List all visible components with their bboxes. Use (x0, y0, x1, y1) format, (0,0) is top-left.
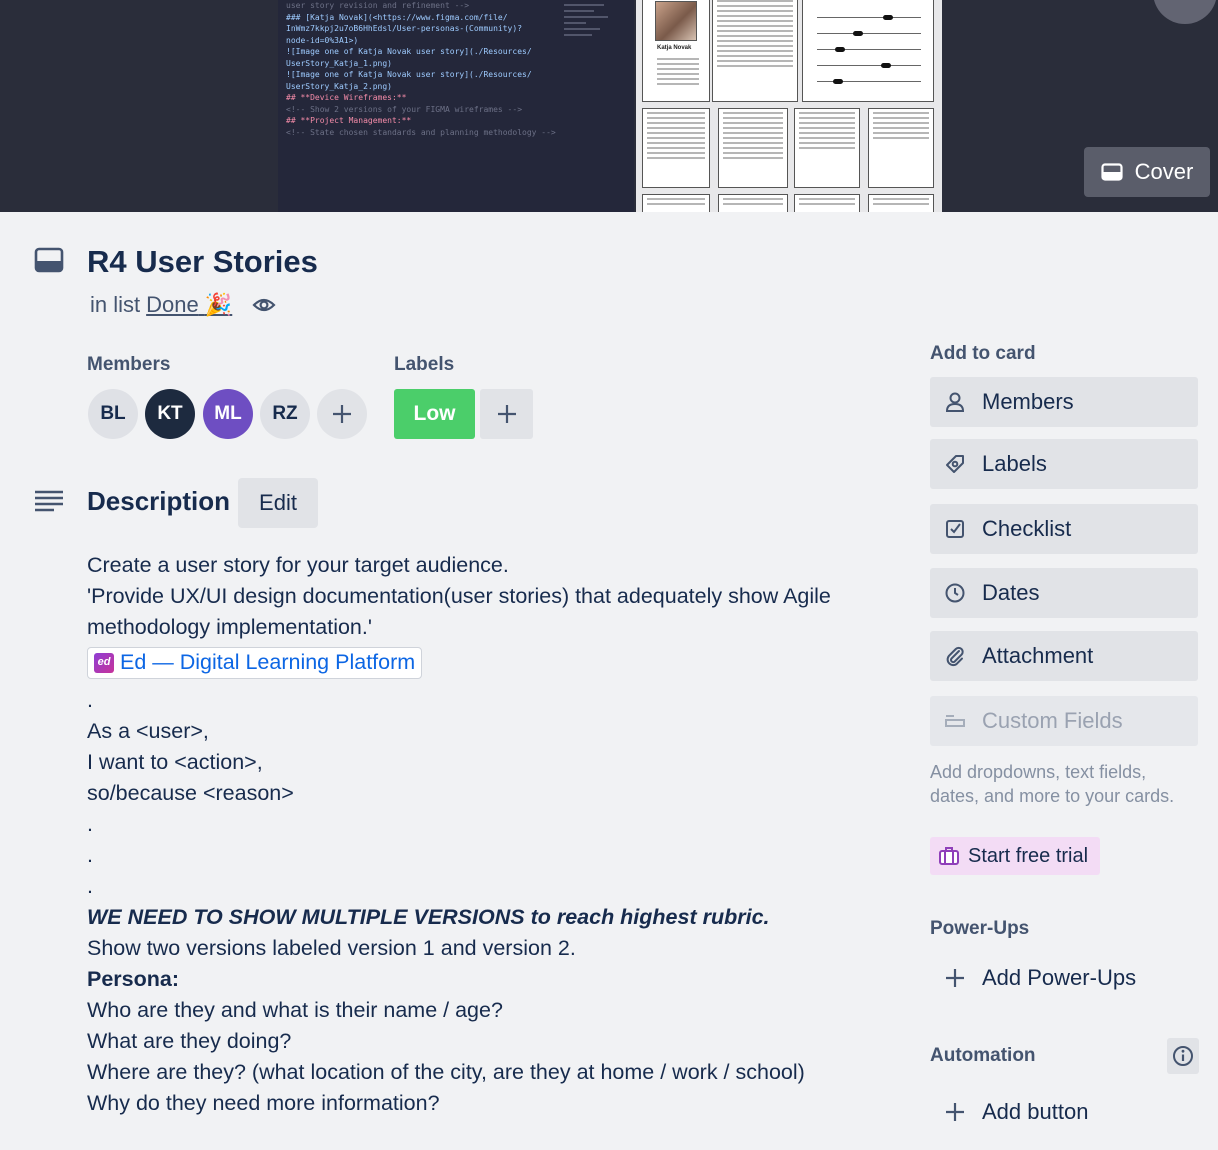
desc-line: Where are they? (what location of the ci… (87, 1059, 805, 1084)
member-avatar[interactable]: BL (88, 389, 138, 439)
description-body[interactable]: Create a user story for your target audi… (87, 550, 917, 1119)
clock-icon (944, 582, 966, 604)
desc-line: . (87, 873, 93, 898)
persona-heading: Persona: (87, 966, 180, 991)
plus-icon (333, 405, 351, 423)
sidebar-button-label: Checklist (982, 516, 1072, 541)
add-automation-button[interactable]: Add button (930, 1088, 1198, 1136)
persona-name: Katja Novak (657, 45, 692, 51)
custom-fields-icon (944, 710, 966, 732)
tag-icon (944, 453, 966, 475)
sidebar-button-label: Dates (982, 580, 1040, 605)
label-chip-low[interactable]: Low (394, 389, 475, 439)
list-info: in list Done 🎉 (90, 292, 276, 318)
watch-eye-icon[interactable] (252, 296, 276, 314)
list-link[interactable]: Done 🎉 (146, 292, 232, 318)
checklist-icon (944, 518, 966, 540)
close-card-button[interactable] (1153, 0, 1217, 24)
sidebar-attachment-button[interactable]: Attachment (930, 631, 1198, 681)
desc-line: so/because <reason> (87, 780, 294, 805)
sidebar-labels-button[interactable]: Labels (930, 439, 1198, 489)
paperclip-icon (944, 645, 966, 667)
cover-button[interactable]: Cover (1084, 147, 1210, 197)
sidebar-button-label: Attachment (982, 643, 1094, 668)
cover-code-line: ![Image one of Katja Novak user story](.… (286, 70, 532, 79)
member-avatar[interactable]: ML (203, 389, 253, 439)
sidebar-button-label: Members (982, 389, 1074, 414)
desc-line: . (87, 811, 93, 836)
party-emoji: 🎉 (204, 292, 233, 317)
sidebar-checklist-button[interactable]: Checklist (930, 504, 1198, 554)
desc-line: Create a user story for your target audi… (87, 553, 509, 577)
member-avatar[interactable]: RZ (260, 389, 310, 439)
desc-line: What are they doing? (87, 1028, 292, 1053)
ed-logo-icon: ed (94, 652, 114, 673)
card-cover-icon (1101, 163, 1123, 181)
plus-icon (944, 967, 966, 989)
edit-description-button[interactable]: Edit (238, 478, 318, 528)
description-icon (34, 489, 64, 513)
desc-line: . (87, 842, 93, 867)
person-icon (944, 391, 966, 413)
trial-label: Start free trial (968, 844, 1089, 867)
sidebar-button-label: Labels (982, 451, 1047, 476)
member-avatar[interactable]: KT (145, 389, 195, 439)
labels-heading: Labels (394, 354, 455, 375)
powerups-heading: Power-Ups (930, 918, 1030, 939)
cover-code-line: <!-- Show 2 versions of your FIGMA wiref… (286, 104, 523, 114)
desc-line: Show two versions labeled version 1 and … (87, 935, 576, 960)
cover-minimap (564, 0, 624, 60)
description-heading: Description (87, 486, 231, 516)
plus-icon (944, 1101, 966, 1123)
desc-line: Why do they need more information? (87, 1090, 440, 1115)
sidebar-members-button[interactable]: Members (930, 377, 1198, 427)
start-free-trial-button[interactable]: Start free trial (930, 837, 1100, 875)
list-prefix: in list (90, 292, 141, 317)
add-powerups-label: Add Power-Ups (982, 965, 1137, 990)
sidebar-custom-fields-button[interactable]: Custom Fields (930, 696, 1198, 746)
desc-line: . (87, 687, 93, 712)
ed-link-text: Ed — Digital Learning Platform (120, 650, 416, 674)
desc-line: Who are they and what is their name / ag… (87, 997, 503, 1022)
add-button-label: Add button (982, 1099, 1089, 1124)
persona-photo (655, 1, 697, 41)
sidebar-dates-button[interactable]: Dates (930, 568, 1198, 618)
automation-heading: Automation (930, 1045, 1036, 1066)
card-cover: user story revision and refinement --> ##… (0, 0, 1218, 212)
desc-line: 'Provide UX/UI design documentation(user… (87, 584, 831, 639)
add-to-card-heading: Add to card (930, 343, 1036, 364)
desc-line: I want to <action>, (87, 749, 263, 774)
custom-fields-note: Add dropdowns, text fields, dates, and m… (930, 762, 1175, 806)
add-powerups-button[interactable]: Add Power-Ups (930, 954, 1198, 1002)
list-name: Done (146, 292, 199, 317)
cover-code-line: <!-- State chosen standards and planning… (286, 127, 556, 137)
ed-platform-link[interactable]: ed Ed — Digital Learning Platform (87, 646, 423, 679)
cover-code-line: ## **Device Wireframes:** (286, 93, 407, 102)
add-label-button[interactable] (480, 389, 533, 439)
cover-persona-sheet: Katja Novak (636, 0, 942, 212)
members-heading: Members (87, 354, 171, 375)
cover-code-line: UserStory_Katja_2.png) (286, 81, 392, 91)
cover-button-label: Cover (1134, 159, 1194, 184)
card-title[interactable]: R4 User Stories (87, 244, 318, 280)
plus-icon (497, 405, 516, 423)
automation-info-button[interactable] (1167, 1038, 1199, 1074)
briefcase-icon (938, 846, 960, 866)
cover-code-line: ## **Project Management:** (286, 116, 412, 125)
card-icon (34, 247, 64, 273)
desc-emphasis: WE NEED TO SHOW MULTIPLE VERSIONS to rea… (87, 904, 770, 929)
info-icon (1172, 1045, 1194, 1067)
sidebar-button-label: Custom Fields (982, 708, 1123, 733)
desc-line: As a <user>, (87, 718, 209, 743)
add-member-button[interactable] (317, 389, 367, 439)
